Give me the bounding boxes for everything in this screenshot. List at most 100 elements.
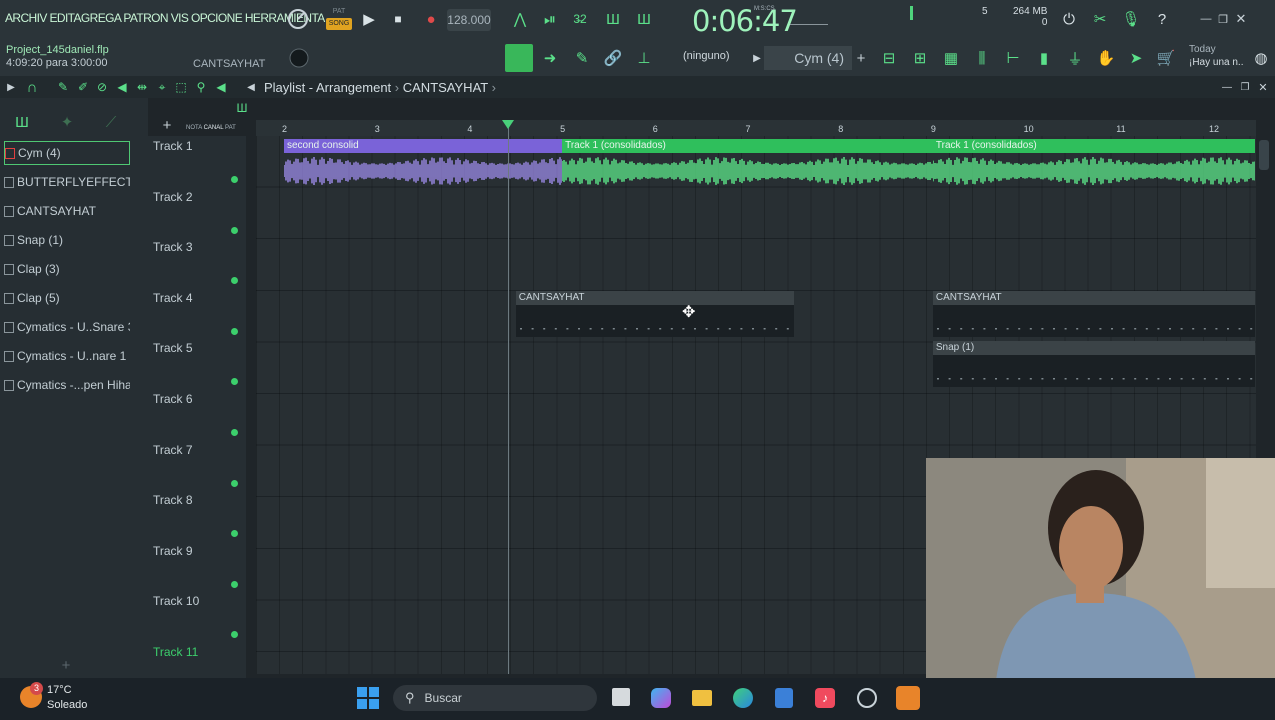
edge-browser-icon[interactable]	[733, 688, 753, 708]
picker-piano-icon[interactable]: Ш	[10, 112, 34, 132]
picker-tabs[interactable]: NOTA CANAL PAT	[186, 125, 236, 131]
picker-item[interactable]: BUTTERFLYEFFECT808	[4, 170, 130, 194]
power-icon[interactable]: ⏻	[1057, 7, 1081, 31]
select-icon[interactable]: ⬚	[172, 78, 190, 96]
master-volume-knob[interactable]	[286, 7, 310, 31]
track-name[interactable]: Track 5	[153, 341, 193, 355]
track-enable-led[interactable]	[231, 429, 238, 436]
slice-icon[interactable]: ⌖	[153, 78, 171, 96]
track-enable-led[interactable]	[231, 327, 238, 335]
wait-input-icon[interactable]: ⏯	[538, 7, 562, 31]
help-icon[interactable]: ?	[1150, 7, 1174, 31]
mute-icon[interactable]: ◀	[113, 78, 131, 96]
track-name[interactable]: Track 6	[153, 392, 193, 406]
pat-song-toggle[interactable]: PAT SONG	[326, 6, 352, 32]
snap-selector[interactable]: (ninguno)	[683, 50, 729, 62]
audio-clip[interactable]: Track 1 (consolidados)	[562, 139, 933, 189]
record-icon[interactable]: ●	[419, 7, 443, 31]
track-name[interactable]: Track 11	[153, 645, 198, 659]
track-enable-led[interactable]	[231, 479, 238, 487]
slip-icon[interactable]: ⇹	[133, 78, 151, 96]
play-icon[interactable]: ▶	[357, 7, 381, 31]
plugin-icon[interactable]: ⏚	[1063, 46, 1087, 70]
picker-item[interactable]: Cymatics - U..nare 1 - D	[4, 344, 130, 368]
picker-item[interactable]: Cymatics - U..Snare 3 - F	[4, 315, 130, 339]
tab-pat[interactable]: PAT	[225, 125, 236, 131]
zoom-icon[interactable]: ⚲	[192, 78, 210, 96]
track-enable-led[interactable]	[231, 176, 238, 183]
windows-start-icon[interactable]	[357, 687, 379, 709]
record-audio-icon[interactable]: ✋	[1094, 46, 1118, 70]
track-name[interactable]: Track 1	[153, 139, 193, 153]
picker-automation-icon[interactable]: ⟋	[100, 112, 122, 132]
track-name[interactable]: Track 3	[153, 240, 193, 254]
add-pattern-icon[interactable]: +	[849, 46, 873, 70]
tools-icon[interactable]: ✂	[1088, 7, 1112, 31]
obs-icon[interactable]	[857, 688, 877, 708]
tempo-display[interactable]: 128.000	[447, 9, 491, 31]
playlist-window-button[interactable]	[505, 44, 533, 72]
send-icon[interactable]: ➤	[1124, 46, 1148, 70]
playlist-minimize-icon[interactable]: —	[1219, 78, 1235, 96]
timeline-ruler[interactable]	[256, 120, 1256, 136]
audio-clip[interactable]: Track 1 (consolidados)	[932, 139, 1255, 189]
picker-item[interactable]: Cymatics -...pen Hihat 1	[4, 373, 130, 397]
music-icon[interactable]: ♪	[815, 688, 835, 708]
playlist-menu-icon[interactable]: ▶	[2, 78, 20, 96]
copilot-icon[interactable]	[651, 688, 671, 708]
audio-clip[interactable]: second consolid	[284, 139, 563, 189]
globe-icon[interactable]: ◍	[1249, 46, 1273, 70]
playlist-maximize-icon[interactable]: ❐	[1237, 78, 1253, 96]
track-name[interactable]: Track 2	[153, 190, 193, 204]
news-panel[interactable]: Today ¡Hay una n..	[1189, 43, 1243, 69]
vertical-scrollbar[interactable]	[1259, 140, 1269, 170]
link-icon[interactable]: 🔗	[601, 46, 625, 70]
picker-item[interactable]: Clap (3)	[4, 257, 130, 281]
add-track-icon[interactable]: +	[158, 116, 176, 134]
browser-icon[interactable]: ⊢	[1001, 46, 1025, 70]
paint-icon[interactable]: ✐	[74, 78, 92, 96]
stop-icon[interactable]: ■	[386, 7, 410, 31]
shop-icon[interactable]: 🛒	[1154, 46, 1178, 70]
picker-item[interactable]: CANTSAYHAT	[4, 199, 130, 223]
playlist-close-icon[interactable]: ✕	[1255, 78, 1271, 96]
pitch-knob[interactable]	[287, 46, 311, 70]
magnet-icon[interactable]: ∩	[22, 78, 42, 96]
channel-rack-icon[interactable]: ▦	[939, 46, 963, 70]
close-icon[interactable]: ✕	[1229, 7, 1253, 31]
microphone-icon[interactable]: 🎙	[1119, 7, 1143, 31]
track-name[interactable]: Track 8	[153, 493, 193, 507]
taskbar-search[interactable]: ⚲ Buscar	[393, 685, 597, 711]
weather-widget[interactable]: 17°C Soleado	[47, 683, 87, 713]
pattern-selector[interactable]: Cym (4)	[764, 46, 852, 70]
fl-studio-icon[interactable]	[896, 686, 920, 710]
playlist-icon[interactable]: ⊟	[877, 46, 901, 70]
tab-canal[interactable]: CANAL	[204, 125, 224, 131]
mixer-icon[interactable]: ⫼	[970, 46, 994, 70]
track-enable-led[interactable]	[231, 226, 238, 234]
track-name[interactable]: Track 4	[153, 291, 193, 305]
pattern-clip[interactable]: CANTSAYHAT	[515, 290, 794, 337]
metronome-icon[interactable]: ⋀	[508, 7, 532, 31]
files-icon[interactable]: ▮	[1032, 46, 1056, 70]
loop-record-icon[interactable]: Ш	[632, 7, 656, 31]
picker-add-icon[interactable]: +	[56, 656, 76, 674]
picker-audio-icon[interactable]: ✦	[56, 112, 78, 132]
file-explorer-icon[interactable]	[692, 690, 712, 706]
tab-nota[interactable]: NOTA	[186, 125, 202, 131]
step-edit-icon[interactable]: Ш	[601, 7, 625, 31]
arrow-right-icon[interactable]: ➜	[538, 46, 562, 70]
piano-roll-icon[interactable]: ⊞	[908, 46, 932, 70]
track-name[interactable]: Track 9	[153, 544, 193, 558]
task-view-icon[interactable]	[612, 688, 630, 706]
countdown-icon[interactable]: 3̶2	[568, 7, 592, 31]
stamp-icon[interactable]: ⊥	[632, 46, 656, 70]
track-name[interactable]: Track 10	[153, 594, 199, 608]
pattern-clip[interactable]: CANTSAYHAT	[932, 290, 1255, 337]
pencil-icon[interactable]: ✎	[570, 46, 594, 70]
main-menu[interactable]: ARCHIV EDITAGREGA PATRON VIS OPCIONE HER…	[5, 11, 325, 25]
piano-keys-icon[interactable]: Ш	[233, 99, 251, 117]
picker-item[interactable]: Clap (5)	[4, 286, 130, 310]
track-name[interactable]: Track 7	[153, 443, 193, 457]
playhead-marker[interactable]	[502, 120, 514, 129]
